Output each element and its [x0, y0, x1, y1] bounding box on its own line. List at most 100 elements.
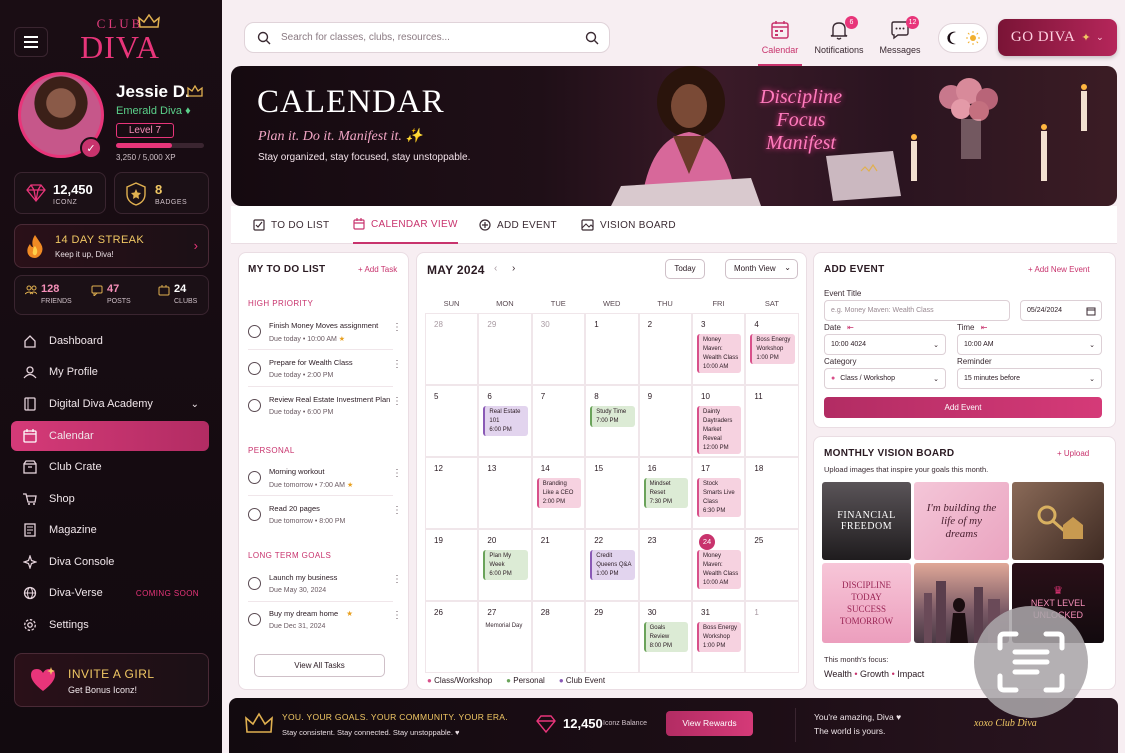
badges-card[interactable]: 8 BADGES	[114, 172, 209, 214]
category-select[interactable]: ● Class / Workshop ⌄	[824, 368, 946, 389]
scan-text-button[interactable]	[974, 606, 1088, 718]
calendar-day-cell[interactable]: 1	[745, 601, 799, 673]
calendar-day-cell[interactable]: 29	[478, 313, 532, 385]
sidebar-item-digital-diva-academy[interactable]: Digital Diva Academy ⌄	[11, 389, 209, 419]
streak-card[interactable]: 14 DAY STREAK Keep it up, Diva! ›	[14, 224, 209, 268]
more-icon[interactable]: ⋮	[392, 469, 402, 479]
calendar-day-cell[interactable]: 6 Real Estate 101 6:00 PM	[478, 385, 532, 457]
calendar-day-cell[interactable]: 30 Goals Review 8:00 PM	[638, 601, 692, 673]
invite-card[interactable]: INVITE A GIRL Get Bonus Iconz!	[14, 653, 209, 707]
more-icon[interactable]: ⋮	[392, 323, 402, 333]
add-new-event-link[interactable]: + Add New Event	[1028, 265, 1090, 274]
view-select[interactable]: Month View ⌄	[725, 259, 798, 279]
calendar-day-cell[interactable]: 25	[745, 529, 799, 601]
calendar-day-cell[interactable]: 5	[425, 385, 479, 457]
task-checkbox[interactable]	[248, 325, 261, 338]
task-checkbox[interactable]	[248, 471, 261, 484]
search-icon[interactable]	[585, 31, 599, 45]
calendar-event[interactable]: Mindset Reset 7:30 PM	[643, 478, 688, 508]
calendar-day-cell[interactable]: 8 Study Time 7:00 PM	[585, 385, 639, 457]
tab-to-do-list[interactable]: TO DO LIST	[253, 206, 329, 244]
add-task-button[interactable]: + Add Task	[358, 265, 397, 274]
topnav-notifications[interactable]: 6 Notifications	[809, 16, 869, 55]
calendar-day-cell[interactable]: 17 Stock Smarts Live Class 6:30 PM	[692, 457, 746, 529]
vision-tile[interactable]: FINANCIAL FREEDOM	[822, 482, 911, 560]
sidebar-item-diva-verse[interactable]: Diva-Verse COMING SOON	[11, 578, 209, 608]
calendar-event[interactable]: Real Estate 101 6:00 PM	[483, 406, 528, 436]
calendar-day-cell[interactable]: 13	[478, 457, 532, 529]
calendar-event[interactable]: Credit Queens Q&A 1:00 PM	[590, 550, 635, 580]
calendar-day-cell[interactable]: 26	[425, 601, 479, 673]
calendar-day-cell[interactable]: 12	[425, 457, 479, 529]
sidebar-item-my-profile[interactable]: My Profile	[11, 357, 209, 387]
calendar-day-cell[interactable]: 16 Mindset Reset 7:30 PM	[638, 457, 692, 529]
task-checkbox[interactable]	[248, 399, 261, 412]
calendar-day-cell[interactable]: 28	[425, 313, 479, 385]
calendar-event[interactable]: Stock Smarts Live Class 6:30 PM	[697, 478, 742, 517]
menu-icon[interactable]	[14, 27, 48, 57]
topnav-messages[interactable]: 12 Messages	[870, 16, 930, 55]
more-icon[interactable]: ⋮	[392, 506, 402, 516]
calendar-day-cell[interactable]: 11	[745, 385, 799, 457]
task-checkbox[interactable]	[248, 362, 261, 375]
calendar-day-cell[interactable]: 21	[531, 529, 586, 601]
sidebar-item-dashboard[interactable]: Dashboard	[11, 326, 209, 356]
iconz-card[interactable]: 12,450 ICONZ	[14, 172, 106, 214]
tab-calendar-view[interactable]: CALENDAR VIEW	[353, 206, 458, 244]
calendar-day-cell[interactable]: 24 Money Maven: Wealth Class 10:00 AM	[692, 529, 746, 601]
calendar-event[interactable]: Boss Energy Workshop 1:00 PM	[750, 334, 795, 364]
calendar-day-cell[interactable]: 18	[745, 457, 799, 529]
prev-month-icon[interactable]: ‹	[494, 263, 497, 274]
reminder-select[interactable]: 15 minutes before ⌄	[957, 368, 1102, 389]
calendar-event[interactable]: Money Maven: Wealth Class 10:00 AM	[697, 334, 742, 373]
calendar-day-cell[interactable]: 29	[585, 601, 639, 673]
vision-tile-keys[interactable]	[1012, 482, 1104, 560]
vision-tile[interactable]: I'm building the life of my dreams	[914, 482, 1009, 560]
tab-vision-board[interactable]: VISION BOARD	[581, 206, 676, 244]
topnav-calendar[interactable]: Calendar	[750, 20, 810, 66]
calendar-day-cell[interactable]: 15	[585, 457, 639, 529]
sidebar-item-club-crate[interactable]: Club Crate	[11, 452, 209, 482]
tab-add-event[interactable]: ADD EVENT	[479, 206, 557, 244]
more-icon[interactable]: ⋮	[392, 360, 402, 370]
calendar-event[interactable]: Dainty Daytraders Market Reveal 12:00 PM	[697, 406, 742, 454]
time-select[interactable]: 10:00 AM ⌄	[957, 334, 1102, 355]
sidebar-item-shop[interactable]: Shop	[11, 484, 209, 514]
more-icon[interactable]: ⋮	[392, 611, 402, 621]
calendar-event[interactable]: Goals Review 8:00 PM	[643, 622, 688, 652]
calendar-day-cell[interactable]: 14 Branding Like a CEO 2:00 PM	[531, 457, 586, 529]
calendar-event[interactable]: Study Time 7:00 PM	[590, 406, 635, 427]
calendar-day-cell[interactable]: 19	[425, 529, 479, 601]
search-input[interactable]: Search for classes, clubs, resources...	[281, 32, 585, 43]
calendar-day-cell[interactable]: 4 Boss Energy Workshop 1:00 PM	[745, 313, 799, 385]
calendar-day-cell[interactable]: 28	[531, 601, 586, 673]
vision-tile[interactable]: DISCIPLINE TODAY SUCCESS TOMORROW	[822, 563, 911, 643]
sidebar-item-calendar[interactable]: Calendar	[11, 421, 209, 451]
view-rewards-button[interactable]: View Rewards	[666, 711, 753, 736]
upload-button[interactable]: + Upload	[1057, 449, 1089, 458]
calendar-day-cell[interactable]: 31 Boss Energy Workshop 1:00 PM	[692, 601, 746, 673]
calendar-day-cell[interactable]: 27 Memorial Day	[478, 601, 532, 673]
calendar-day-cell[interactable]: 22 Credit Queens Q&A 1:00 PM	[585, 529, 639, 601]
calendar-day-cell[interactable]: 23	[638, 529, 692, 601]
calendar-day-cell[interactable]: 20 Plan My Week 6:00 PM	[478, 529, 532, 601]
view-all-tasks-button[interactable]: View All Tasks	[254, 654, 385, 677]
sidebar-item-settings[interactable]: Settings	[11, 610, 209, 640]
more-icon[interactable]: ⋮	[392, 575, 402, 585]
task-checkbox[interactable]	[248, 613, 261, 626]
calendar-day-cell[interactable]: 30	[531, 313, 586, 385]
event-title-input[interactable]: e.g. Money Maven: Wealth Class	[824, 300, 1010, 321]
calendar-day-cell[interactable]: 10 Dainty Daytraders Market Reveal 12:00 P…	[692, 385, 746, 457]
calendar-day-cell[interactable]: 7	[531, 385, 586, 457]
more-icon[interactable]: ⋮	[392, 397, 402, 407]
calendar-day-cell[interactable]: 3 Money Maven: Wealth Class 10:00 AM	[692, 313, 746, 385]
next-month-icon[interactable]: ›	[512, 263, 515, 274]
sidebar-item-diva-console[interactable]: Diva Console	[11, 547, 209, 577]
sidebar-item-magazine[interactable]: Magazine	[11, 515, 209, 545]
calendar-day-cell[interactable]: 1	[585, 313, 639, 385]
calendar-event[interactable]: Branding Like a CEO 2:00 PM	[536, 478, 582, 508]
date-select[interactable]: 10:00 4024 ⌄	[824, 334, 946, 355]
search-bar[interactable]: Search for classes, clubs, resources...	[244, 22, 610, 53]
calendar-event[interactable]: Boss Energy Workshop 1:00 PM	[697, 622, 742, 652]
theme-toggle[interactable]	[938, 23, 988, 53]
